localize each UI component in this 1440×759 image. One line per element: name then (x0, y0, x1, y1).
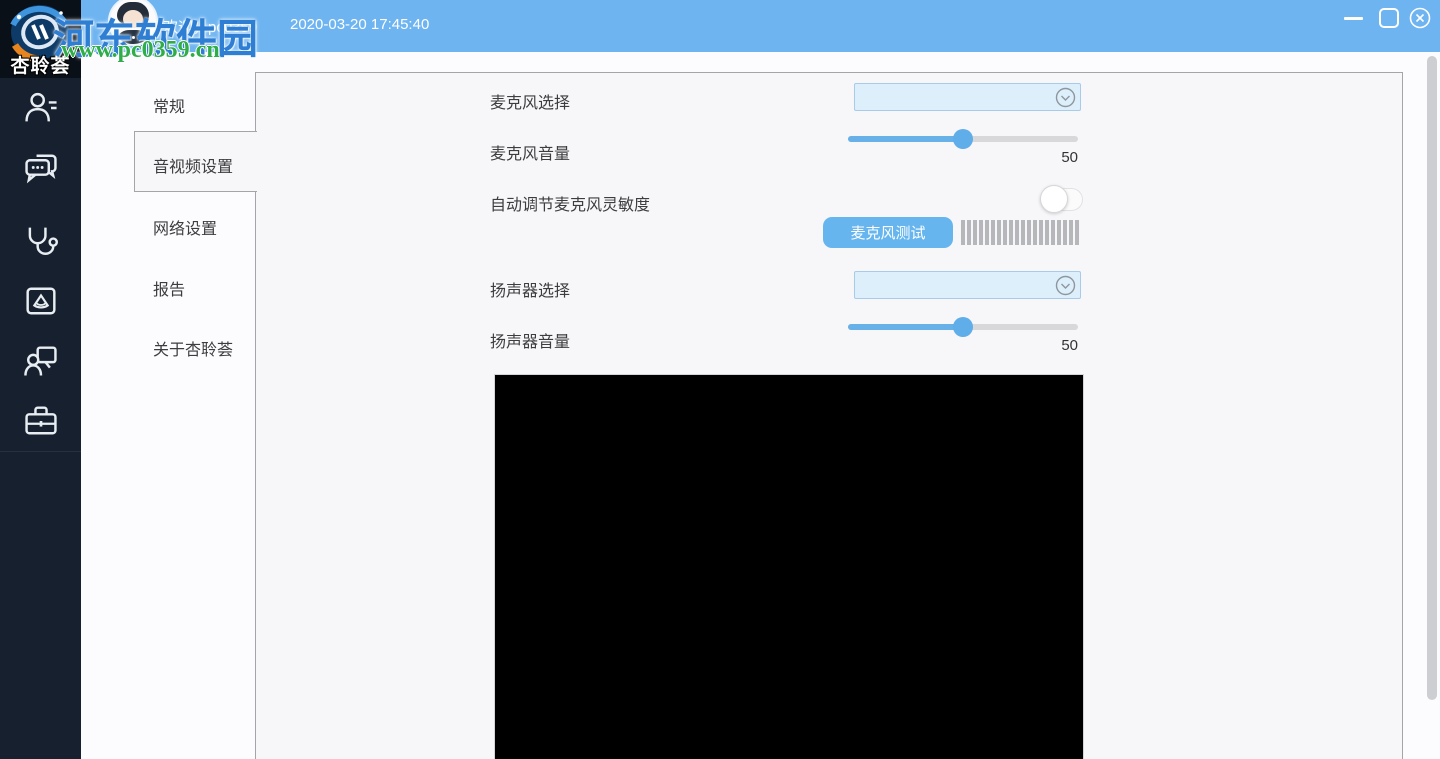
sidebar-item-consult[interactable] (21, 221, 61, 261)
auto-gain-toggle[interactable] (1040, 185, 1084, 213)
slider-fill (848, 136, 963, 142)
toolbox-icon (25, 406, 57, 435)
mic-volume-slider[interactable] (848, 129, 1078, 149)
sidebar-item-toolbox[interactable] (21, 401, 61, 441)
camera-preview (494, 374, 1084, 759)
watermark-site-url: www.pc0359.cn (61, 37, 220, 63)
scrollbar-thumb[interactable] (1427, 56, 1437, 700)
tab-about[interactable]: 关于杏聆荟 (153, 336, 233, 360)
mic-level-meter (961, 220, 1079, 245)
speaker-volume-value: 50 (1061, 337, 1078, 354)
mic-test-button[interactable]: 麦克风测试 (823, 217, 953, 248)
mic-volume-label: 麦克风音量 (490, 146, 571, 163)
tab-network[interactable]: 网络设置 (153, 215, 217, 239)
minimize-button[interactable] (1344, 17, 1363, 20)
slider-thumb[interactable] (953, 129, 973, 149)
sidebar-item-chat[interactable] (21, 148, 61, 188)
speaker-select-label: 扬声器选择 (490, 283, 571, 300)
sidebar-item-lecture[interactable] (21, 341, 61, 381)
close-icon (1409, 7, 1431, 29)
contacts-icon (25, 92, 57, 122)
lecture-icon (24, 346, 57, 376)
auto-gain-label: 自动调节麦克风灵敏度 (490, 197, 651, 214)
mic-volume-value: 50 (1061, 149, 1078, 166)
mic-select-dropdown[interactable] (854, 83, 1081, 111)
tab-audio-video[interactable]: 音视频设置 (153, 153, 233, 177)
sidebar-item-ultrasound[interactable] (21, 281, 61, 321)
slider-fill (848, 324, 963, 330)
tab-report[interactable]: 报告 (153, 276, 185, 300)
chevron-down-icon (1055, 275, 1076, 296)
close-button[interactable] (1409, 7, 1431, 29)
stethoscope-icon (28, 227, 58, 255)
speaker-volume-label: 扬声器音量 (490, 334, 571, 351)
speaker-volume-slider[interactable] (848, 317, 1078, 337)
chevron-down-icon (1055, 87, 1076, 108)
chat-icon (25, 154, 57, 184)
ultrasound-icon (26, 287, 56, 315)
sidebar-divider (0, 451, 81, 452)
app-window: 欢迎，pc0359 2020-03-20 17:45:40 杏聆荟 常规 音视频… (0, 0, 1440, 759)
slider-thumb[interactable] (953, 317, 973, 337)
datetime-text: 2020-03-20 17:45:40 (290, 16, 430, 33)
mic-select-label: 麦克风选择 (490, 95, 571, 112)
maximize-button[interactable] (1379, 8, 1399, 28)
tab-general[interactable]: 常规 (153, 93, 185, 117)
toggle-knob (1040, 185, 1068, 213)
sidebar-item-contacts[interactable] (21, 88, 61, 128)
sidebar: 杏聆荟 (0, 0, 81, 759)
speaker-select-dropdown[interactable] (854, 271, 1081, 299)
